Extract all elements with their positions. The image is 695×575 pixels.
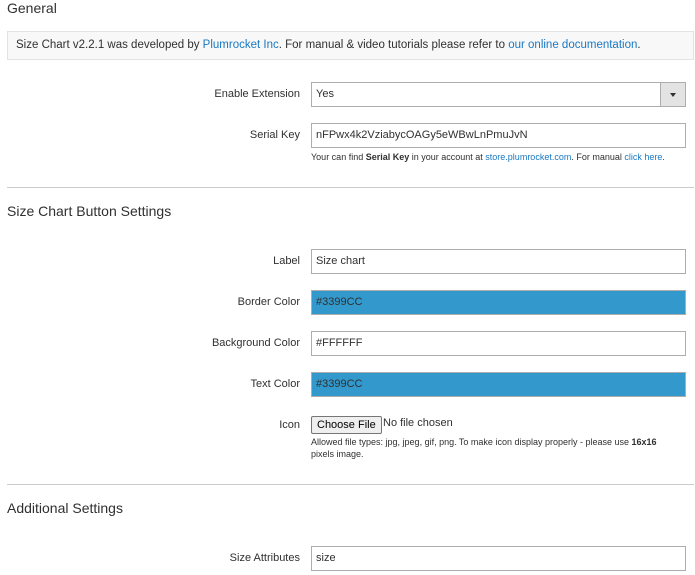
choose-file-button[interactable]: Choose File	[311, 416, 382, 434]
section-title-general: General	[7, 0, 57, 16]
notice-mid: . For manual & video tutorials please re…	[278, 39, 509, 51]
icon-label: Icon	[279, 419, 300, 431]
enable-extension-label: Enable Extension	[214, 88, 300, 100]
size-attributes-label: Size Attributes	[229, 552, 300, 564]
icon-note-text-2: pixels image.	[311, 449, 364, 459]
divider	[7, 187, 694, 188]
icon-note: Allowed file types: jpg, jpeg, gif, png.…	[311, 436, 686, 460]
text-color-label: Text Color	[250, 378, 300, 390]
plumrocket-link[interactable]: Plumrocket Inc	[203, 39, 279, 51]
serial-key-note: Your can find Serial Key in your account…	[311, 151, 665, 163]
icon-note-bold: 16x16	[631, 437, 657, 447]
no-file-chosen-text: No file chosen	[383, 417, 453, 429]
size-attributes-input[interactable]: size	[311, 546, 686, 571]
chevron-down-icon	[670, 93, 676, 97]
serial-key-input[interactable]: nFPwx4k2VziabycOAGy5eWBwLnPmuJvN	[311, 123, 686, 148]
divider	[7, 484, 694, 485]
serial-note-bold: Serial Key	[365, 152, 410, 162]
background-color-label: Background Color	[211, 337, 300, 349]
section-title-additional: Additional Settings	[7, 500, 123, 516]
notice-prefix: Size Chart v2.2.1 was developed by	[16, 39, 203, 51]
enable-extension-select[interactable]: Yes	[311, 82, 686, 107]
background-color-input[interactable]: #FFFFFF	[311, 331, 686, 356]
store-plumrocket-link[interactable]: store.plumrocket.com	[485, 152, 571, 162]
developer-notice: Size Chart v2.2.1 was developed by Plumr…	[7, 31, 694, 60]
dropdown-arrow[interactable]	[660, 83, 685, 106]
section-title-button-settings: Size Chart Button Settings	[7, 203, 172, 219]
serial-note-text-2: in your account at	[409, 152, 486, 162]
serial-note-text-1: Your can find	[311, 152, 366, 162]
border-color-input[interactable]: #3399CC	[311, 290, 686, 315]
serial-note-text-3: . For manual	[571, 152, 625, 162]
text-color-input[interactable]: #3399CC	[311, 372, 686, 397]
border-color-label: Border Color	[237, 296, 300, 308]
online-documentation-link[interactable]: our online documentation	[508, 39, 637, 51]
enable-extension-value: Yes	[316, 88, 334, 100]
icon-note-text-1: Allowed file types: jpg, jpeg, gif, png.…	[311, 437, 632, 447]
label-field-label: Label	[273, 255, 300, 267]
label-input[interactable]: Size chart	[311, 249, 686, 274]
notice-suffix: .	[637, 39, 641, 51]
click-here-link[interactable]: click here	[624, 152, 662, 162]
serial-key-label: Serial Key	[249, 129, 300, 141]
serial-note-text-4: .	[662, 152, 665, 162]
